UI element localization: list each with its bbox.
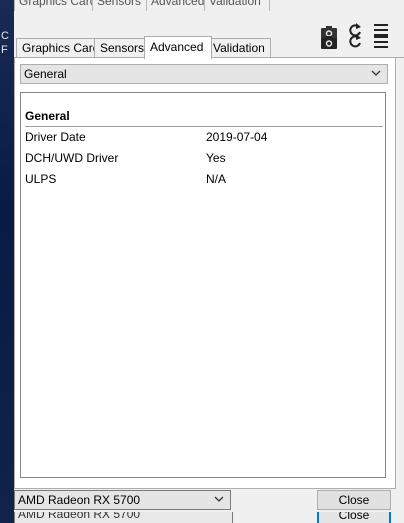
list-item: ULPS N/A [25,170,383,188]
gpu-select[interactable]: AMD Radeon RX 5700 [14,490,231,510]
group-divider [25,126,383,127]
row-key: ULPS [25,172,57,186]
row-value: N/A [206,172,227,186]
desktop-text-fragment: C [1,30,9,42]
section-dropdown[interactable]: General [20,64,388,84]
menu-icon[interactable] [372,34,390,50]
gpu-info-window: Graphics Card Sensors Advanced Validatio… [14,16,404,512]
list-item: DCH/UWD Driver Yes [25,149,383,167]
row-key: DCH/UWD Driver [25,151,119,165]
list-item: Driver Date 2019-07-04 [25,128,383,146]
ghost-tab: Validation [204,0,270,11]
tab-bar: Graphics Card Sensors Advanced Validatio… [14,16,404,59]
advanced-panel: General General Driver Date 2019-07-04 D… [14,58,396,489]
row-key: Driver Date [25,130,86,144]
desktop-text-fragment: F [1,44,8,56]
desktop-background: C F [0,0,14,523]
row-value: 2019-07-04 [206,130,268,144]
tab-graphics-card[interactable]: Graphics Card [16,38,99,57]
group-title: General [25,109,70,123]
ghost-tab: Sensors [92,0,150,11]
ghost-gpu-select: AMD Radeon RX 5700 [14,511,233,523]
refresh-icon[interactable] [346,33,364,49]
ghost-tab: Advanced [146,0,208,11]
ghost-footer: AMD Radeon RX 5700 Close [14,511,404,523]
section-dropdown-value: General [24,67,67,81]
chevron-down-icon [371,70,381,76]
ghost-close-button: Close [317,511,391,523]
close-button[interactable]: Close [317,490,391,510]
tab-validation[interactable]: Validation [207,38,271,57]
camera-icon[interactable] [320,34,338,50]
gpu-select-value: AMD Radeon RX 5700 [18,493,141,507]
ghost-tab: Graphics Card [14,0,94,11]
details-list: General Driver Date 2019-07-04 DCH/UWD D… [20,92,386,478]
tab-sensors[interactable]: Sensors [94,38,149,57]
row-value: Yes [206,151,226,165]
tab-advanced[interactable]: Advanced [144,36,212,59]
chevron-down-icon [214,496,224,502]
